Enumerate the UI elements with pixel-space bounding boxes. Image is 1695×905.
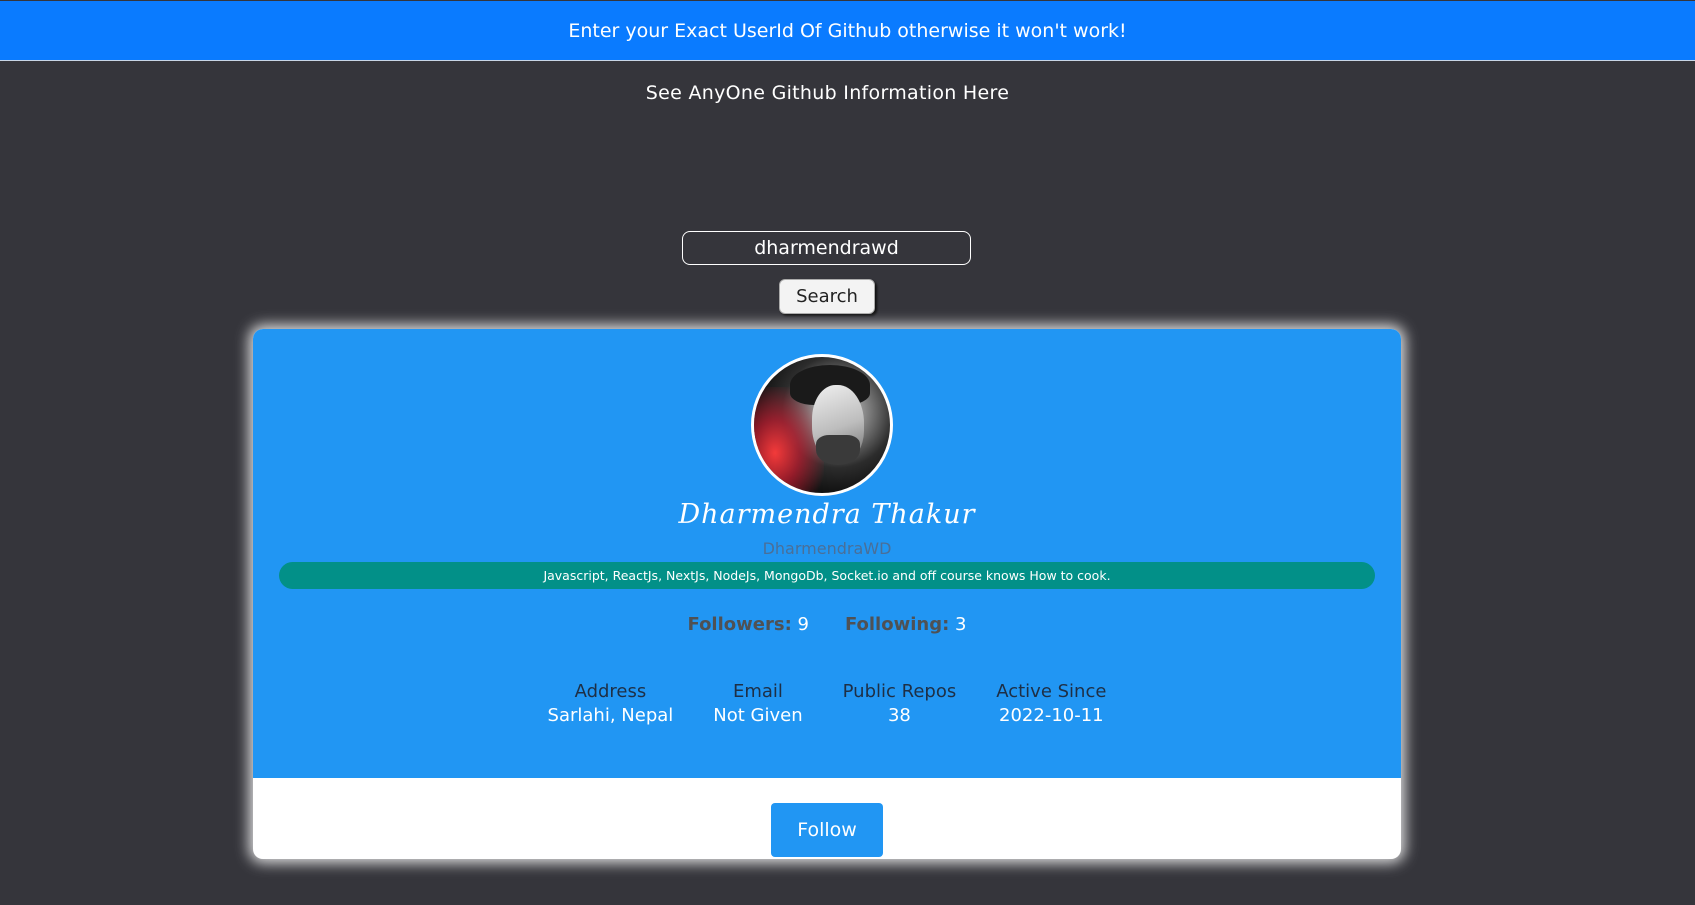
followers-count: 9	[797, 614, 809, 635]
banner-text: Enter your Exact UserId Of Github otherw…	[568, 19, 1127, 42]
followers-label: Followers:	[687, 614, 792, 635]
info-address: Address Sarlahi, Nepal	[548, 681, 674, 726]
search-button[interactable]: Search	[779, 279, 875, 314]
following-count: 3	[955, 614, 967, 635]
following-label: Following:	[844, 614, 950, 635]
following-stat: Following: 3	[845, 614, 967, 635]
info-value: 38	[887, 705, 911, 726]
info-value: Sarlahi, Nepal	[547, 705, 674, 726]
info-active-since: Active Since 2022-10-11	[996, 681, 1106, 726]
profile-name: Dharmendra Thakur	[678, 499, 976, 530]
info-label: Public Repos	[842, 681, 957, 702]
avatar	[751, 354, 893, 496]
info-label: Address	[574, 681, 647, 702]
profile-card: Dharmendra Thakur DharmendraWD Javascrip…	[253, 329, 1401, 859]
info-label: Active Since	[996, 681, 1107, 702]
info-public-repos: Public Repos 38	[843, 681, 957, 726]
info-value: Not Given	[713, 705, 803, 726]
profile-bio: Javascript, ReactJs, NextJs, NodeJs, Mon…	[279, 562, 1375, 589]
profile-info: Address Sarlahi, Nepal Email Not Given P…	[253, 681, 1401, 726]
follow-button[interactable]: Follow	[771, 803, 883, 857]
profile-card-header: Dharmendra Thakur DharmendraWD Javascrip…	[253, 329, 1401, 778]
top-banner: Enter your Exact UserId Of Github otherw…	[0, 1, 1695, 61]
bio-text: Javascript, ReactJs, NextJs, NodeJs, Mon…	[543, 568, 1111, 583]
follow-stats: Followers: 9 Following: 3	[253, 614, 1401, 635]
profile-username: DharmendraWD	[762, 539, 892, 558]
info-value: 2022-10-11	[999, 705, 1104, 726]
followers-stat: Followers: 9	[688, 614, 809, 635]
page-subtitle: See AnyOne Github Information Here	[645, 82, 1010, 104]
info-label: Email	[732, 681, 783, 702]
info-email: Email Not Given	[713, 681, 802, 726]
search-input[interactable]	[682, 231, 971, 265]
